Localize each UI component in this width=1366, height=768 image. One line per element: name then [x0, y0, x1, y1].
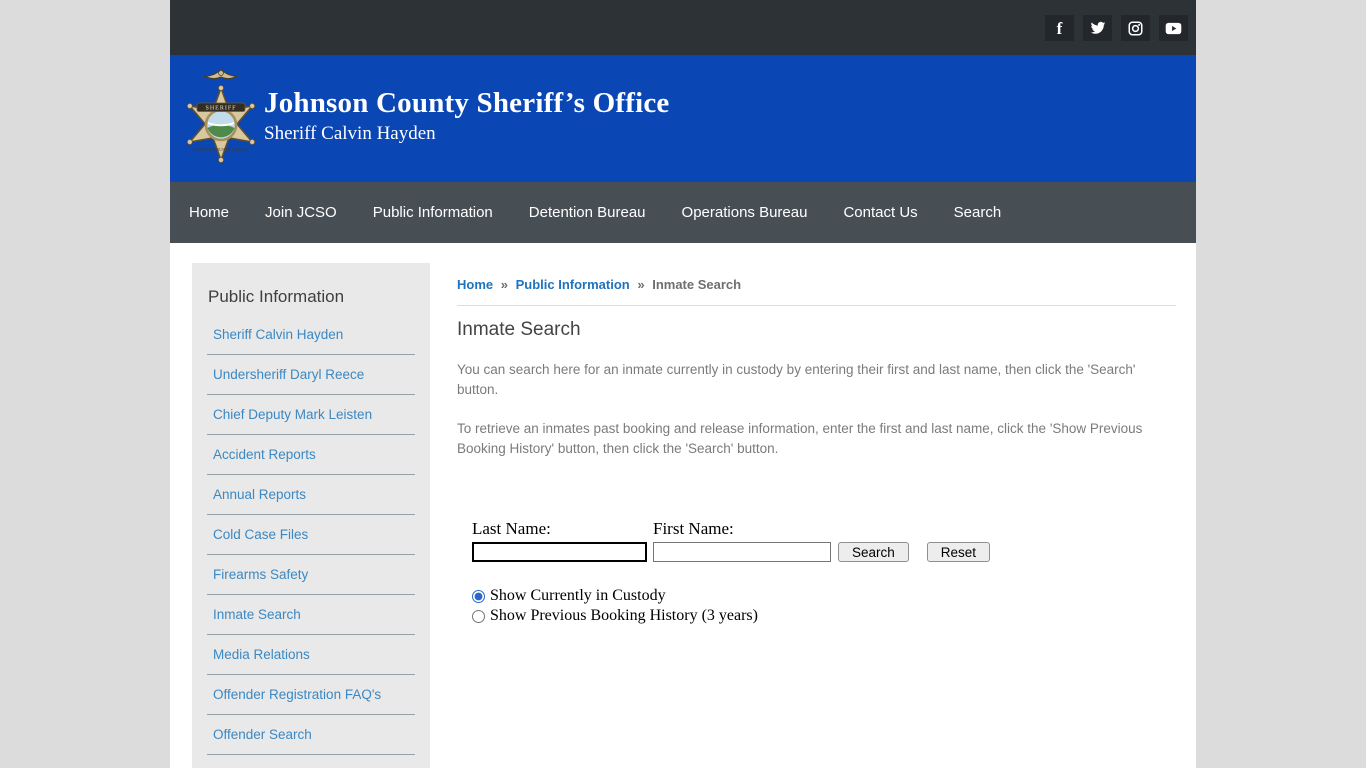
currently-in-custody-radio[interactable]: [472, 589, 485, 603]
instagram-link[interactable]: [1121, 15, 1150, 41]
nav-item-contact-us[interactable]: Contact Us: [825, 182, 935, 243]
last-name-input[interactable]: [472, 542, 647, 562]
sidebar-item-firearms-safety: Firearms Safety: [207, 555, 415, 595]
nav-item-operations-bureau[interactable]: Operations Bureau: [664, 182, 826, 243]
page-title: Inmate Search: [457, 319, 581, 340]
nav-item-public-information[interactable]: Public Information: [355, 182, 511, 243]
facebook-icon: f: [1056, 18, 1063, 38]
last-name-field: Last Name:: [472, 519, 653, 562]
intro-paragraph: You can search here for an inmate curren…: [457, 362, 1136, 397]
breadcrumb-separator: »: [637, 277, 645, 292]
sidebar-item-inmate-search: Inmate Search: [207, 595, 415, 635]
breadcrumb-separator: »: [500, 277, 508, 292]
first-name-field: First Name:: [653, 519, 831, 562]
breadcrumb: Home » Public Information » Inmate Searc…: [457, 263, 1176, 306]
radio-previous-booking-history: Show Previous Booking History (3 years): [472, 607, 1176, 625]
youtube-link[interactable]: [1159, 15, 1188, 41]
name-fields-row: Last Name: First Name: Search Reset: [472, 519, 1176, 562]
first-name-input[interactable]: [653, 542, 831, 562]
content: Home » Public Information » Inmate Searc…: [457, 243, 1176, 625]
site-title: Johnson County Sheriff’s Office: [264, 87, 670, 119]
custody-options: Show Currently in Custody Show Previous …: [472, 587, 1176, 625]
sidebar-item-offender-registration-faq-s: Offender Registration FAQ's: [207, 675, 415, 715]
breadcrumb-section-link[interactable]: Public Information: [516, 277, 630, 292]
sidebar-item-chief-deputy-mark-leisten: Chief Deputy Mark Leisten: [207, 395, 415, 435]
search-button[interactable]: Search: [838, 542, 909, 562]
sidebar-item-undersheriff-daryl-reece: Undersheriff Daryl Reece: [207, 355, 415, 395]
site-header: SHERIFF JOHNSON COUNTY, KANSAS Johnson C…: [170, 55, 1196, 182]
site-subtitle: Sheriff Calvin Hayden: [264, 123, 436, 144]
instagram-icon: [1128, 21, 1143, 35]
twitter-icon: [1090, 21, 1105, 34]
sidebar-item-annual-reports: Annual Reports: [207, 475, 415, 515]
first-name-label: First Name:: [653, 519, 734, 538]
nav-item-join-jcso[interactable]: Join JCSO: [247, 182, 355, 243]
facebook-link[interactable]: f: [1045, 15, 1074, 41]
reset-button[interactable]: Reset: [926, 542, 991, 562]
page: f SHERIFF JOHNSON COUNTY, KANSAS Johnson…: [170, 0, 1196, 768]
sidebar-item-sheriff-calvin-hayden: Sheriff Calvin Hayden: [207, 315, 415, 355]
sidebar-item-media-relations: Media Relations: [207, 635, 415, 675]
sidebar-item-accident-reports: Accident Reports: [207, 435, 415, 475]
sidebar: Public Information Sheriff Calvin Hayden…: [192, 263, 430, 768]
breadcrumb-home-link[interactable]: Home: [457, 277, 493, 292]
breadcrumb-current: Inmate Search: [652, 277, 742, 292]
sheriff-badge-logo: SHERIFF JOHNSON COUNTY, KANSAS: [186, 68, 256, 164]
nav-item-home[interactable]: Home: [171, 182, 247, 243]
main-area: Public Information Sheriff Calvin Hayden…: [170, 243, 1196, 768]
svg-text:SHERIFF: SHERIFF: [205, 106, 236, 112]
main-nav: Home Join JCSO Public Information Detention…: [170, 182, 1196, 243]
topbar: f: [170, 0, 1196, 55]
last-name-label: Last Name:: [472, 519, 551, 538]
youtube-icon: [1165, 22, 1182, 34]
twitter-link[interactable]: [1083, 15, 1112, 41]
previous-booking-history-radio[interactable]: [472, 609, 485, 623]
sidebar-item-cold-case-files: Cold Case Files: [207, 515, 415, 555]
radio-currently-in-custody: Show Currently in Custody: [472, 587, 1176, 605]
inmate-search-form: Last Name: First Name: Search Reset Show…: [472, 519, 1176, 625]
nav-item-search[interactable]: Search: [936, 182, 1020, 243]
sidebar-title: Public Information: [208, 287, 345, 306]
nav-item-detention-bureau[interactable]: Detention Bureau: [511, 182, 664, 243]
sidebar-item-offender-search: Offender Search: [207, 715, 415, 755]
sidebar-item-sheriff-s-crime-mapping: Sheriff's Crime Mapping: [207, 755, 415, 768]
site-title-block: Johnson County Sheriff’s Office Sheriff …: [170, 55, 1196, 145]
instructions-paragraph: To retrieve an inmates past booking and …: [457, 421, 1143, 456]
